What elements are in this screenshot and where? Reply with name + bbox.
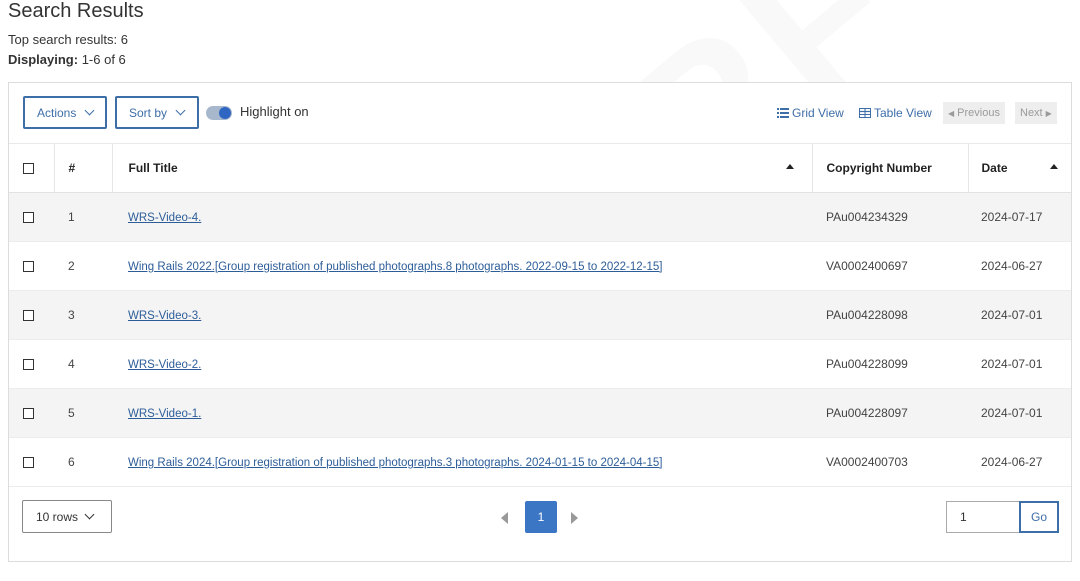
row-number: 2	[54, 241, 112, 291]
date-column-header[interactable]: Date	[967, 143, 1071, 193]
row-title-link[interactable]: WRS-Video-1.	[128, 408, 201, 420]
sort-by-label: Sort by	[129, 105, 168, 120]
table-icon	[859, 108, 871, 118]
row-date: 2024-07-17	[968, 192, 1071, 242]
row-title-link[interactable]: WRS-Video-4.	[128, 212, 201, 224]
row-select-cell	[9, 388, 54, 438]
row-number: 6	[54, 437, 112, 487]
caret-left-icon: ◀	[948, 108, 955, 118]
row-checkbox[interactable]	[23, 457, 34, 469]
previous-page-icon[interactable]	[501, 512, 508, 524]
row-checkbox[interactable]	[23, 261, 34, 273]
sort-ascending-icon[interactable]	[785, 164, 794, 169]
row-number: 5	[54, 388, 112, 438]
row-title-link[interactable]: WRS-Video-3.	[128, 310, 201, 322]
row-select-cell	[9, 290, 54, 340]
row-date: 2024-07-01	[968, 388, 1071, 438]
table-row: 6 Wing Rails 2024.[Group registration of…	[9, 437, 1071, 487]
actions-button[interactable]: Actions	[23, 96, 107, 129]
table-row: 2 Wing Rails 2022.[Group registration of…	[9, 241, 1071, 291]
top-results-count: 6	[120, 32, 128, 47]
chevron-down-icon	[175, 105, 186, 116]
row-title-cell: WRS-Video-2.	[112, 339, 812, 389]
displaying-value: 1-6 of 6	[81, 52, 126, 67]
select-all-checkbox[interactable]	[23, 163, 34, 175]
next-page-icon[interactable]	[571, 512, 578, 524]
row-checkbox[interactable]	[23, 408, 34, 420]
row-select-cell	[9, 437, 54, 487]
row-copyright-number: PAu004228097	[812, 388, 968, 438]
row-copyright-number: PAu004228099	[812, 339, 968, 389]
date-column-label: Date	[981, 161, 1008, 175]
row-copyright-number: VA0002400697	[812, 241, 968, 291]
row-title-link[interactable]: Wing Rails 2024.[Group registration of p…	[128, 457, 662, 469]
row-select-cell	[9, 241, 54, 291]
go-to-page-input[interactable]	[946, 501, 1020, 533]
table-row: 1 WRS-Video-4. PAu004234329 2024-07-17	[9, 192, 1071, 242]
results-panel: Actions Sort by Highlight on Grid View T…	[8, 82, 1072, 562]
row-date: 2024-07-01	[968, 290, 1071, 340]
row-title-cell: WRS-Video-1.	[112, 388, 812, 438]
previous-label: Previous	[957, 107, 1000, 119]
row-title-cell: Wing Rails 2022.[Group registration of p…	[112, 241, 812, 291]
select-all-cell	[9, 143, 54, 193]
table-row: 4 WRS-Video-2. PAu004228099 2024-07-01	[9, 339, 1071, 389]
sort-ascending-icon[interactable]	[1049, 164, 1058, 169]
table-view-link[interactable]: Table View	[859, 106, 932, 120]
page-title: Search Results	[8, 0, 144, 22]
top-results-label: Top search results:	[8, 32, 118, 47]
rows-per-page-value: 10 rows	[36, 509, 79, 524]
copyright-column-header[interactable]: Copyright Number	[811, 143, 968, 193]
chevron-down-icon	[84, 509, 95, 520]
highlight-toggle[interactable]	[206, 106, 232, 120]
row-select-cell	[9, 339, 54, 389]
next-button[interactable]: Next ▶	[1015, 102, 1057, 124]
row-copyright-number: VA0002400703	[812, 437, 968, 487]
row-number: 4	[54, 339, 112, 389]
row-number: 3	[54, 290, 112, 340]
row-checkbox[interactable]	[23, 212, 34, 224]
previous-button[interactable]: ◀ Previous	[943, 102, 1005, 124]
row-title-link[interactable]: WRS-Video-2.	[128, 359, 201, 371]
results-table: # Full Title Copyright Number Date 1 WRS…	[9, 143, 1071, 487]
row-copyright-number: PAu004234329	[812, 192, 968, 242]
caret-right-icon: ▶	[1045, 108, 1052, 118]
row-title-cell: WRS-Video-3.	[112, 290, 812, 340]
row-checkbox[interactable]	[23, 310, 34, 322]
sort-by-button[interactable]: Sort by	[115, 96, 199, 129]
number-column-header: #	[53, 143, 112, 193]
row-title-cell: Wing Rails 2024.[Group registration of p…	[112, 437, 812, 487]
table-view-label: Table View	[874, 106, 932, 120]
displaying-label: Displaying:	[8, 52, 79, 67]
pagination-footer: 10 rows 1 Go	[9, 487, 1071, 563]
row-title-cell: WRS-Video-4.	[112, 192, 812, 242]
go-button[interactable]: Go	[1019, 501, 1059, 533]
title-column-header[interactable]: Full Title	[111, 143, 812, 193]
grid-view-label: Grid View	[792, 106, 844, 120]
title-column-label: Full Title	[128, 161, 178, 175]
row-date: 2024-06-27	[968, 241, 1071, 291]
row-title-link[interactable]: Wing Rails 2022.[Group registration of p…	[128, 261, 662, 273]
row-date: 2024-07-01	[968, 339, 1071, 389]
row-copyright-number: PAu004228098	[812, 290, 968, 340]
highlight-label: Highlight on	[240, 104, 309, 119]
row-checkbox[interactable]	[23, 359, 34, 371]
results-toolbar: Actions Sort by Highlight on Grid View T…	[9, 83, 1071, 143]
rows-per-page-select[interactable]: 10 rows	[22, 500, 112, 533]
chevron-down-icon	[84, 105, 95, 116]
row-date: 2024-06-27	[968, 437, 1071, 487]
results-summary: Top search results: 6 Displaying: 1-6 of…	[8, 30, 128, 70]
next-label: Next	[1020, 107, 1043, 119]
current-page-button[interactable]: 1	[525, 501, 557, 533]
row-number: 1	[54, 192, 112, 242]
toggle-knob	[219, 107, 231, 119]
table-row: 5 WRS-Video-1. PAu004228097 2024-07-01	[9, 388, 1071, 438]
grid-view-link[interactable]: Grid View	[777, 106, 844, 120]
table-header-row: # Full Title Copyright Number Date	[9, 143, 1071, 193]
row-select-cell	[9, 192, 54, 242]
table-row: 3 WRS-Video-3. PAu004228098 2024-07-01	[9, 290, 1071, 340]
list-icon	[777, 108, 789, 118]
actions-label: Actions	[37, 105, 77, 120]
